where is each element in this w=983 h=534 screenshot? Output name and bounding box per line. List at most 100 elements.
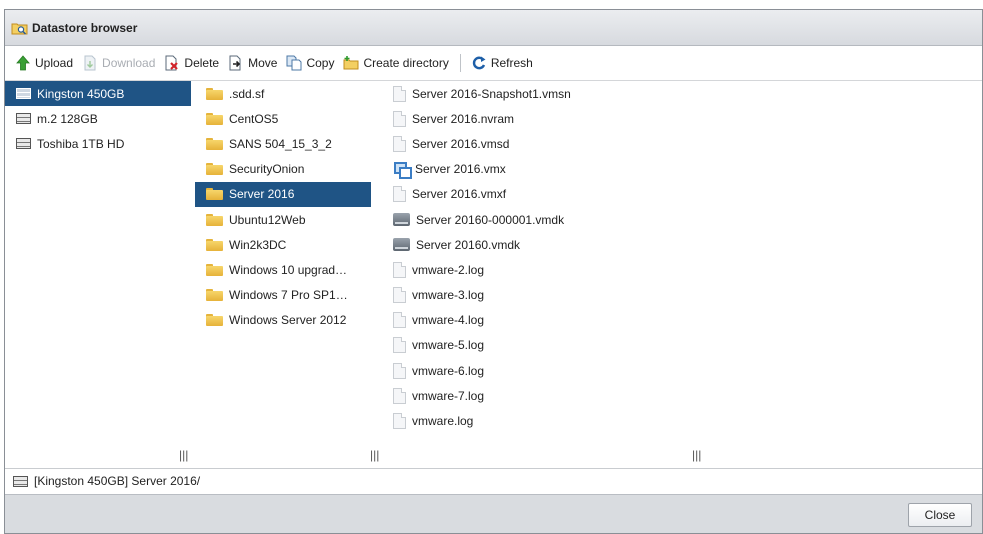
- delete-icon: [164, 55, 180, 71]
- move-label: Move: [248, 56, 278, 70]
- file-item[interactable]: Server 2016-Snapshot1.vmsn: [385, 81, 975, 106]
- create-directory-button[interactable]: Create directory: [343, 55, 449, 71]
- folder-item[interactable]: Windows 10 upgrad…: [195, 257, 371, 282]
- path-bar: [Kingston 450GB] Server 2016/: [5, 468, 982, 493]
- datastore-icon: [13, 475, 28, 487]
- copy-icon: [286, 55, 302, 71]
- close-button[interactable]: Close: [908, 503, 972, 527]
- folder-item-label: Win2k3DC: [229, 237, 287, 252]
- folder-icon: [206, 238, 223, 251]
- folder-icon: [206, 163, 223, 176]
- folder-item-label: Windows 7 Pro SP1…: [229, 288, 348, 303]
- folder-item[interactable]: Ubuntu12Web: [195, 207, 371, 232]
- folder-icon: [206, 112, 223, 125]
- file-icon: [393, 287, 406, 304]
- file-item-label: vmware-6.log: [412, 363, 485, 378]
- disk-icon: [393, 213, 410, 227]
- folder-item[interactable]: Server 2016: [195, 181, 371, 207]
- file-item-label: Server 2016.vmsd: [412, 136, 510, 151]
- file-item[interactable]: vmware.log: [385, 408, 975, 433]
- copy-label: Copy: [306, 56, 335, 70]
- refresh-button[interactable]: Refresh: [471, 55, 533, 71]
- browser-columns: Kingston 450GB m.2 128GB Toshiba 1TB HD .s…: [5, 81, 982, 446]
- folder-item-label: SANS 504_15_3_2: [229, 136, 332, 151]
- file-item[interactable]: Server 2016.vmxf: [385, 182, 975, 207]
- file-icon: [393, 110, 406, 127]
- datastore-browser-dialog: Datastore browser Upload Download Delete…: [4, 9, 983, 534]
- folder-list: .sdd.sf CentOS5 SANS 504_15_3_2 SecurityOni…: [195, 81, 371, 446]
- file-item[interactable]: Server 2016.nvram: [385, 106, 975, 131]
- datastore-item-label: Kingston 450GB: [37, 86, 125, 101]
- folder-item[interactable]: SecurityOnion: [195, 157, 371, 182]
- file-item[interactable]: Server 20160-000001.vmdk: [385, 207, 975, 232]
- file-item-label: vmware-2.log: [412, 262, 485, 277]
- file-item[interactable]: vmware-7.log: [385, 383, 975, 408]
- file-item-label: vmware.log: [412, 414, 474, 429]
- datastore-icon: [16, 138, 31, 150]
- top-edge: [0, 0, 983, 9]
- file-item[interactable]: Server 2016.vmsd: [385, 131, 975, 156]
- delete-label: Delete: [184, 56, 220, 70]
- download-icon: [82, 55, 98, 71]
- file-item-label: Server 2016-Snapshot1.vmsn: [412, 86, 571, 101]
- download-label: Download: [102, 56, 156, 70]
- folder-icon: [206, 87, 223, 100]
- column-resize-row: ||| ||| |||: [5, 446, 982, 468]
- column-resize-grip-2[interactable]: |||: [370, 448, 379, 462]
- folder-icon: [206, 188, 223, 201]
- upload-button[interactable]: Upload: [15, 55, 73, 71]
- folder-item[interactable]: .sdd.sf: [195, 81, 371, 106]
- toolbar: Upload Download Delete Move Copy Create …: [5, 46, 982, 81]
- dialog-title: Datastore browser: [32, 20, 138, 35]
- file-item-label: vmware-3.log: [412, 288, 485, 303]
- file-item[interactable]: vmware-3.log: [385, 283, 975, 308]
- folder-item-label: Ubuntu12Web: [229, 212, 306, 227]
- file-item-label: Server 20160-000001.vmdk: [416, 212, 565, 227]
- copy-button[interactable]: Copy: [286, 55, 334, 71]
- refresh-icon: [471, 55, 487, 71]
- file-item[interactable]: vmware-2.log: [385, 257, 975, 282]
- file-icon: [393, 261, 406, 278]
- file-item-label: vmware-4.log: [412, 313, 485, 328]
- folder-item-label: .sdd.sf: [229, 86, 265, 101]
- file-item[interactable]: Server 2016.vmx: [385, 157, 975, 182]
- column-resize-grip-3[interactable]: |||: [692, 448, 701, 462]
- file-icon: [393, 85, 406, 102]
- file-item[interactable]: vmware-6.log: [385, 358, 975, 383]
- toolbar-separator: [459, 54, 461, 72]
- folder-item[interactable]: SANS 504_15_3_2: [195, 131, 371, 156]
- upload-label: Upload: [35, 56, 74, 70]
- datastore-item[interactable]: m.2 128GB: [5, 106, 191, 131]
- file-item-label: Server 2016.vmx: [415, 162, 506, 177]
- file-item[interactable]: vmware-4.log: [385, 308, 975, 333]
- current-path: [Kingston 450GB] Server 2016/: [34, 474, 201, 488]
- vm-config-icon: [393, 161, 412, 180]
- folder-icon: [206, 263, 223, 276]
- datastore-item-label: Toshiba 1TB HD: [37, 136, 125, 151]
- file-icon: [393, 312, 406, 329]
- column-resize-grip-1[interactable]: |||: [179, 448, 188, 462]
- folder-item[interactable]: CentOS5: [195, 106, 371, 131]
- file-item-label: Server 2016.vmxf: [412, 187, 507, 202]
- folder-item[interactable]: Windows Server 2012: [195, 308, 371, 333]
- refresh-label: Refresh: [490, 56, 533, 70]
- folder-item-label: Windows Server 2012: [229, 313, 347, 328]
- datastore-item-label: m.2 128GB: [37, 111, 98, 126]
- folder-item[interactable]: Windows 7 Pro SP1…: [195, 283, 371, 308]
- file-item-label: Server 2016.nvram: [412, 111, 515, 126]
- folder-item-label: CentOS5: [229, 111, 279, 126]
- file-icon: [393, 387, 406, 404]
- folder-item[interactable]: Win2k3DC: [195, 232, 371, 257]
- datastore-item[interactable]: Kingston 450GB: [5, 81, 191, 107]
- file-item[interactable]: Server 20160.vmdk: [385, 232, 975, 257]
- delete-button[interactable]: Delete: [164, 55, 219, 71]
- folder-item-label: Windows 10 upgrad…: [229, 262, 348, 277]
- datastore-item[interactable]: Toshiba 1TB HD: [5, 131, 191, 156]
- move-button[interactable]: Move: [228, 55, 277, 71]
- folder-icon: [206, 213, 223, 226]
- folder-icon: [206, 137, 223, 150]
- download-button[interactable]: Download: [82, 55, 155, 71]
- upload-arrow-icon: [15, 55, 31, 71]
- file-item[interactable]: vmware-5.log: [385, 333, 975, 358]
- file-item-label: vmware-7.log: [412, 388, 485, 403]
